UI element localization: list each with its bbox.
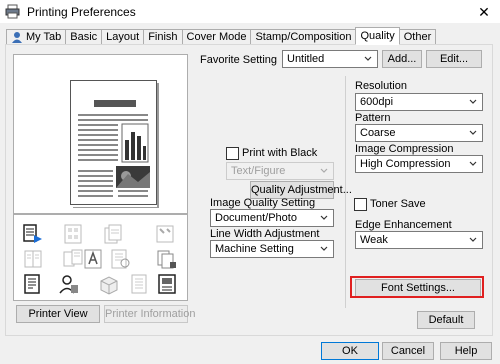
window-title: Printing Preferences — [27, 5, 136, 19]
edit-favorite-button[interactable]: Edit... — [426, 50, 482, 68]
tab-basic[interactable]: Basic — [65, 29, 102, 45]
toner-save-label: Toner Save — [370, 198, 426, 210]
chevron-down-icon — [318, 210, 330, 226]
tab-label: Finish — [148, 31, 178, 43]
print-with-black-select: Text/Figure — [226, 162, 334, 180]
finishing-icon — [156, 248, 178, 270]
favorite-setting-label: Favorite Setting — [200, 54, 278, 66]
ok-button[interactable]: OK — [321, 342, 379, 360]
close-icon[interactable]: ✕ — [474, 2, 494, 22]
help-button[interactable]: Help — [440, 342, 492, 360]
user-auth-icon — [58, 273, 80, 295]
printer-information-button: Printer Information — [104, 305, 195, 323]
chevron-down-icon — [318, 241, 330, 257]
print-with-black-checkbox[interactable] — [226, 147, 239, 160]
pattern-label: Pattern — [355, 112, 391, 124]
staple-icon — [154, 223, 176, 245]
image-compression-label: Image Compression — [355, 143, 454, 155]
title-bar: Printing Preferences ✕ — [0, 0, 500, 24]
image-compression-select[interactable]: High Compression — [355, 155, 483, 173]
image-quality-label: Image Quality Setting — [210, 197, 316, 209]
quality-icon — [156, 273, 178, 295]
tab-cover-mode[interactable]: Cover Mode — [181, 29, 251, 45]
print-mode-icon — [22, 273, 44, 295]
chevron-down-icon — [318, 163, 330, 179]
pattern-select[interactable]: Coarse — [355, 124, 483, 142]
tab-label: Basic — [70, 31, 98, 43]
edge-enhancement-label: Edge Enhancement — [355, 219, 452, 231]
line-width-value: Machine Setting — [215, 243, 294, 255]
toner-save-checkbox[interactable] — [354, 198, 367, 211]
favorite-setting-value: Untitled — [287, 53, 325, 65]
image-quality-value: Document/Photo — [215, 212, 297, 224]
line-width-label: Line Width Adjustment — [210, 228, 320, 240]
chevron-down-icon — [362, 51, 374, 67]
resolution-value: 600dpi — [360, 96, 394, 108]
page-preview-image — [70, 80, 159, 208]
font-settings-highlight — [350, 276, 484, 298]
tab-stamp-composition[interactable]: Stamp/Composition — [250, 29, 356, 45]
user-icon — [12, 32, 22, 43]
tab-finish[interactable]: Finish — [143, 29, 182, 45]
tab-other[interactable]: Other — [399, 29, 437, 45]
tab-layout[interactable]: Layout — [101, 29, 144, 45]
line-width-select[interactable]: Machine Setting — [210, 240, 334, 258]
tab-label: My Tab — [26, 31, 62, 43]
chevron-down-icon — [467, 156, 479, 172]
layout-icon — [128, 273, 150, 295]
box-icon — [98, 273, 120, 295]
copy-icon — [102, 223, 124, 245]
printer-icon — [5, 4, 20, 19]
favorite-setting-select[interactable]: Untitled — [282, 50, 378, 68]
nup-icon — [62, 223, 84, 245]
duplex-icon — [22, 223, 44, 245]
printer-view-button[interactable]: Printer View — [16, 305, 100, 323]
zoom-icon — [110, 248, 132, 270]
tab-my-tab[interactable]: My Tab — [6, 29, 66, 45]
edge-enhancement-select[interactable]: Weak — [355, 231, 483, 249]
tab-label: Other — [403, 31, 432, 43]
tab-quality[interactable]: Quality — [355, 27, 400, 45]
tab-label: Quality — [360, 30, 395, 42]
pattern-value: Coarse — [360, 127, 396, 139]
function-icon-grid — [13, 214, 188, 301]
edge-enhancement-value: Weak — [360, 234, 388, 246]
tab-strip: My Tab Basic Layout Finish Cover Mode St… — [6, 27, 437, 45]
image-compression-value: High Compression — [360, 158, 451, 170]
add-favorite-button[interactable]: Add... — [382, 50, 422, 68]
chevron-down-icon — [467, 125, 479, 141]
print-with-black-label: Print with Black — [242, 147, 318, 159]
tab-label: Cover Mode — [186, 31, 247, 43]
print-with-black-value: Text/Figure — [231, 165, 286, 177]
default-button[interactable]: Default — [417, 311, 475, 329]
tab-label: Stamp/Composition — [255, 31, 352, 43]
resolution-label: Resolution — [355, 80, 407, 92]
booklet-icon — [22, 248, 44, 270]
preview-pane — [13, 54, 188, 214]
chevron-down-icon — [467, 232, 479, 248]
cover-icon — [62, 248, 84, 270]
chevron-down-icon — [467, 94, 479, 110]
tab-label: Layout — [106, 31, 140, 43]
text-icon — [82, 248, 104, 270]
cancel-button[interactable]: Cancel — [382, 342, 434, 360]
resolution-select[interactable]: 600dpi — [355, 93, 483, 111]
image-quality-select[interactable]: Document/Photo — [210, 209, 334, 227]
